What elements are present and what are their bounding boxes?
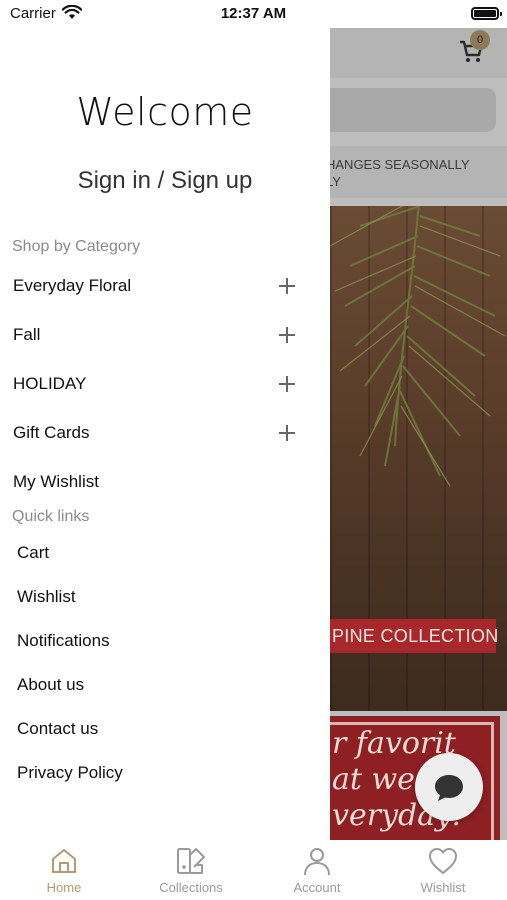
- expand-plus-icon[interactable]: [279, 418, 297, 448]
- expand-plus-icon[interactable]: [279, 320, 297, 350]
- quick-link-contact-us[interactable]: Contact us: [17, 716, 98, 742]
- category-label: Everyday Floral: [13, 276, 132, 295]
- quick-link-cart[interactable]: Cart: [17, 540, 49, 566]
- category-holiday[interactable]: HOLIDAY: [13, 369, 303, 399]
- chat-button[interactable]: [415, 753, 483, 821]
- navigation-drawer: Welcome Sign in / Sign up Shop by Catego…: [0, 28, 330, 840]
- category-label: Fall: [13, 325, 41, 344]
- home-icon: [52, 849, 76, 873]
- quick-link-wishlist[interactable]: Wishlist: [17, 584, 76, 610]
- pine-branch-illustration: [330, 206, 506, 487]
- collection-banner[interactable]: PINE COLLECTION: [330, 619, 498, 653]
- background-header: 0: [330, 28, 507, 78]
- welcome-title: Welcome: [76, 90, 254, 134]
- tab-label: Account: [293, 880, 341, 895]
- account-icon: [304, 848, 330, 876]
- shop-by-category-label: Shop by Category: [12, 238, 141, 255]
- tab-account[interactable]: Account: [262, 846, 372, 900]
- announcement-line-2: LY: [330, 174, 341, 189]
- cart-count-badge: 0: [470, 30, 490, 50]
- battery-icon: [471, 7, 502, 20]
- heart-icon: [429, 848, 457, 874]
- hero-image[interactable]: PINE COLLECTION: [330, 206, 507, 711]
- background-search-bar[interactable]: [330, 88, 496, 132]
- background-app-content[interactable]: 0 HANGES SEASONALLY LY PINE: [330, 28, 507, 840]
- tab-home[interactable]: Home: [9, 846, 119, 900]
- category-everyday-floral[interactable]: Everyday Floral: [13, 271, 303, 301]
- bottom-tab-bar: Home Collections Account Wishlist: [0, 840, 507, 900]
- my-wishlist-link[interactable]: My Wishlist: [13, 467, 303, 497]
- collections-icon: [177, 848, 205, 874]
- quick-link-about-us[interactable]: About us: [17, 672, 84, 698]
- status-bar: Carrier 12:37 AM: [0, 0, 507, 28]
- tab-label: Wishlist: [420, 880, 466, 895]
- quick-link-privacy-policy[interactable]: Privacy Policy: [17, 760, 123, 786]
- tab-label: Home: [46, 880, 82, 895]
- chat-bubble-icon: [435, 775, 463, 801]
- clock: 12:37 AM: [220, 5, 287, 22]
- expand-plus-icon[interactable]: [279, 271, 297, 301]
- category-fall[interactable]: Fall: [13, 320, 303, 350]
- quick-links-label: Quick links: [12, 508, 90, 525]
- tab-wishlist[interactable]: Wishlist: [388, 846, 498, 900]
- category-gift-cards[interactable]: Gift Cards: [13, 418, 303, 448]
- category-label: Gift Cards: [13, 423, 90, 442]
- announcement-line-1: HANGES SEASONALLY: [330, 157, 470, 172]
- quick-link-notifications[interactable]: Notifications: [17, 628, 110, 654]
- announcement-bar: HANGES SEASONALLY LY: [330, 146, 507, 198]
- tab-label: Collections: [159, 880, 223, 895]
- sign-in-link[interactable]: Sign in / Sign up: [0, 167, 330, 195]
- category-label: HOLIDAY: [13, 374, 87, 393]
- expand-plus-icon[interactable]: [279, 369, 297, 399]
- tab-collections[interactable]: Collections: [136, 846, 246, 900]
